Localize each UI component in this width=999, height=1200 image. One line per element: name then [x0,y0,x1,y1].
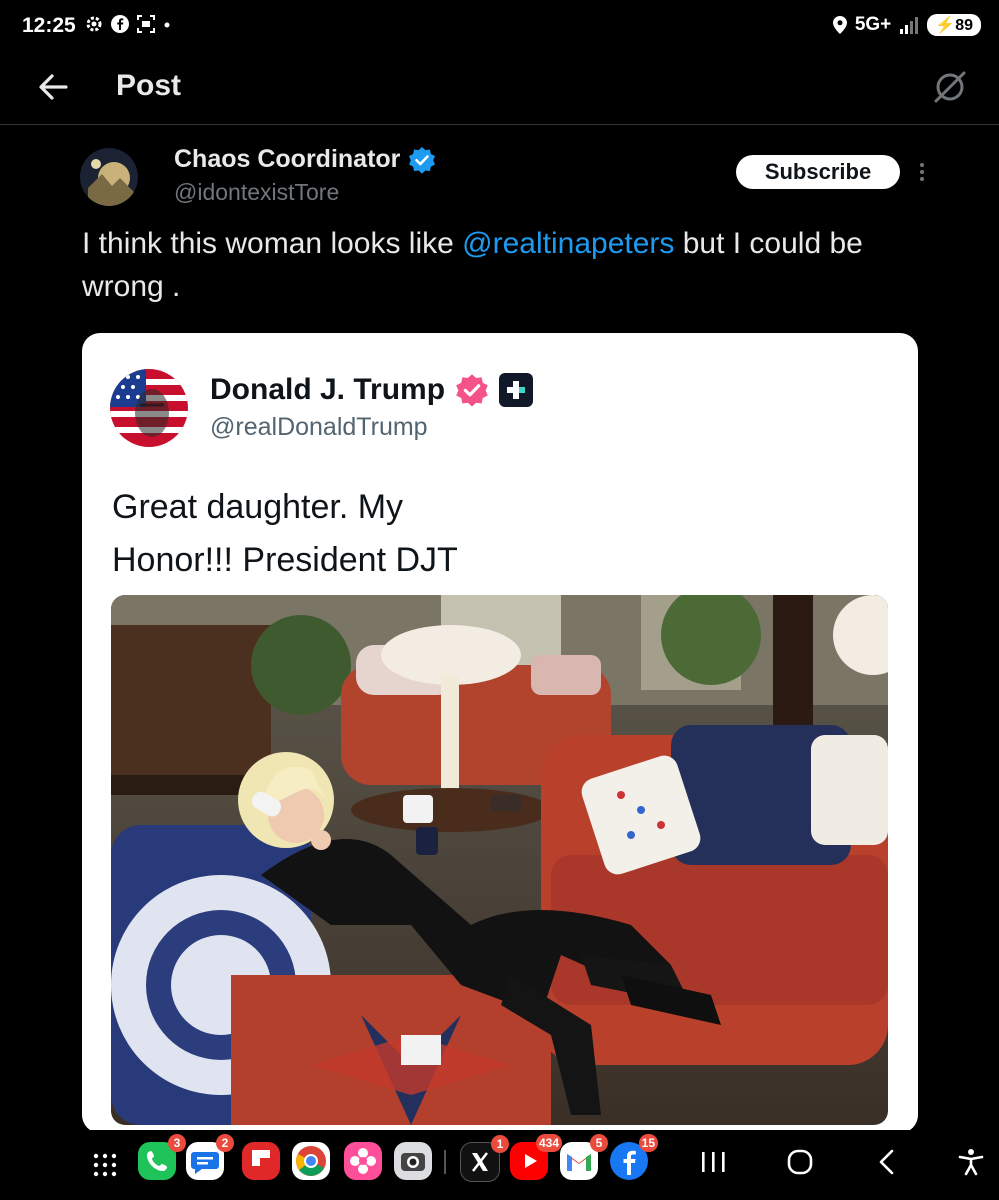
top-app-bar: Post [0,56,999,125]
post-text-start: I think this woman looks like [82,227,463,260]
quoted-post-text: Great daughter. My Honor!!! President DJ… [112,481,632,587]
notification-badge: 434 [535,1134,562,1152]
youtube-app-icon[interactable]: 434 [510,1134,562,1180]
author-name-row[interactable]: Chaos Coordinator [174,145,436,174]
phone-app-icon[interactable]: 3 [138,1134,186,1180]
home-button[interactable] [784,1148,816,1176]
notification-badge: 2 [216,1134,234,1152]
back-button[interactable] [872,1148,904,1176]
x-app-icon[interactable]: 1 [460,1135,509,1182]
quoted-post-card[interactable]: Donald J. Trump @realDonaldTrump Great d… [82,333,918,1133]
mention-link[interactable]: @realtinapeters [462,227,674,260]
screenshot-icon [137,15,155,33]
author-handle[interactable]: @idontexistTore [174,179,339,206]
messages-app-icon[interactable]: 2 [186,1134,234,1180]
facebook-app-icon[interactable]: 15 [610,1134,658,1180]
back-arrow-icon[interactable] [36,70,70,104]
location-icon [832,16,847,34]
gear-icon [86,16,102,32]
notification-badge: 5 [590,1134,608,1152]
status-bar: 12:25 5G+ ⚡89 [0,0,999,56]
avatar[interactable] [80,148,138,206]
dot-icon [164,22,170,28]
app-drawer-icon[interactable] [92,1152,118,1178]
verified-badge-icon [456,374,488,407]
more-options-icon[interactable] [912,157,932,187]
quoted-author-handle[interactable]: @realDonaldTrump [210,413,428,442]
quoted-text-line: Great daughter. My [112,488,404,526]
camera-app-icon[interactable] [394,1142,432,1180]
gallery-app-icon[interactable] [344,1142,382,1180]
notification-icons [84,14,172,34]
post-author: Chaos Coordinator @idontexistTore Subscr… [80,145,924,215]
subscribe-button[interactable]: Subscribe [736,155,900,189]
quoted-text-line: Honor!!! President DJT [112,541,458,579]
quoted-author-name-row[interactable]: Donald J. Trump [210,373,534,407]
network-label: 5G+ [854,14,892,35]
clock: 12:25 [22,14,76,37]
recent-apps-button[interactable] [698,1148,730,1176]
quoted-avatar[interactable] [110,369,188,447]
nav-divider [444,1150,446,1174]
flipboard-app-icon[interactable] [242,1142,280,1180]
battery-indicator: ⚡89 [927,14,981,36]
notification-badge: 15 [638,1134,658,1152]
system-navigation-bar: 3 2 1 434 5 15 [0,1130,999,1200]
gmail-app-icon[interactable]: 5 [560,1134,608,1180]
status-right: 5G+ ⚡89 [832,14,981,36]
chrome-app-icon[interactable] [292,1142,330,1180]
quoted-author-name: Donald J. Trump [210,373,446,406]
truth-social-logo-icon [499,373,534,407]
grok-icon[interactable] [931,68,969,106]
author-name: Chaos Coordinator [174,145,401,173]
post-text: I think this woman looks like @realtinap… [82,222,902,308]
page-title: Post [116,69,182,102]
quoted-post-image[interactable] [111,595,888,1125]
notification-badge: 1 [491,1135,509,1153]
accessibility-icon[interactable] [955,1148,987,1176]
notification-badge: 3 [168,1134,186,1152]
signal-icon [900,17,919,34]
battery-level: 89 [955,17,973,34]
facebook-notification-icon [111,15,129,33]
verified-badge-icon [409,146,436,174]
